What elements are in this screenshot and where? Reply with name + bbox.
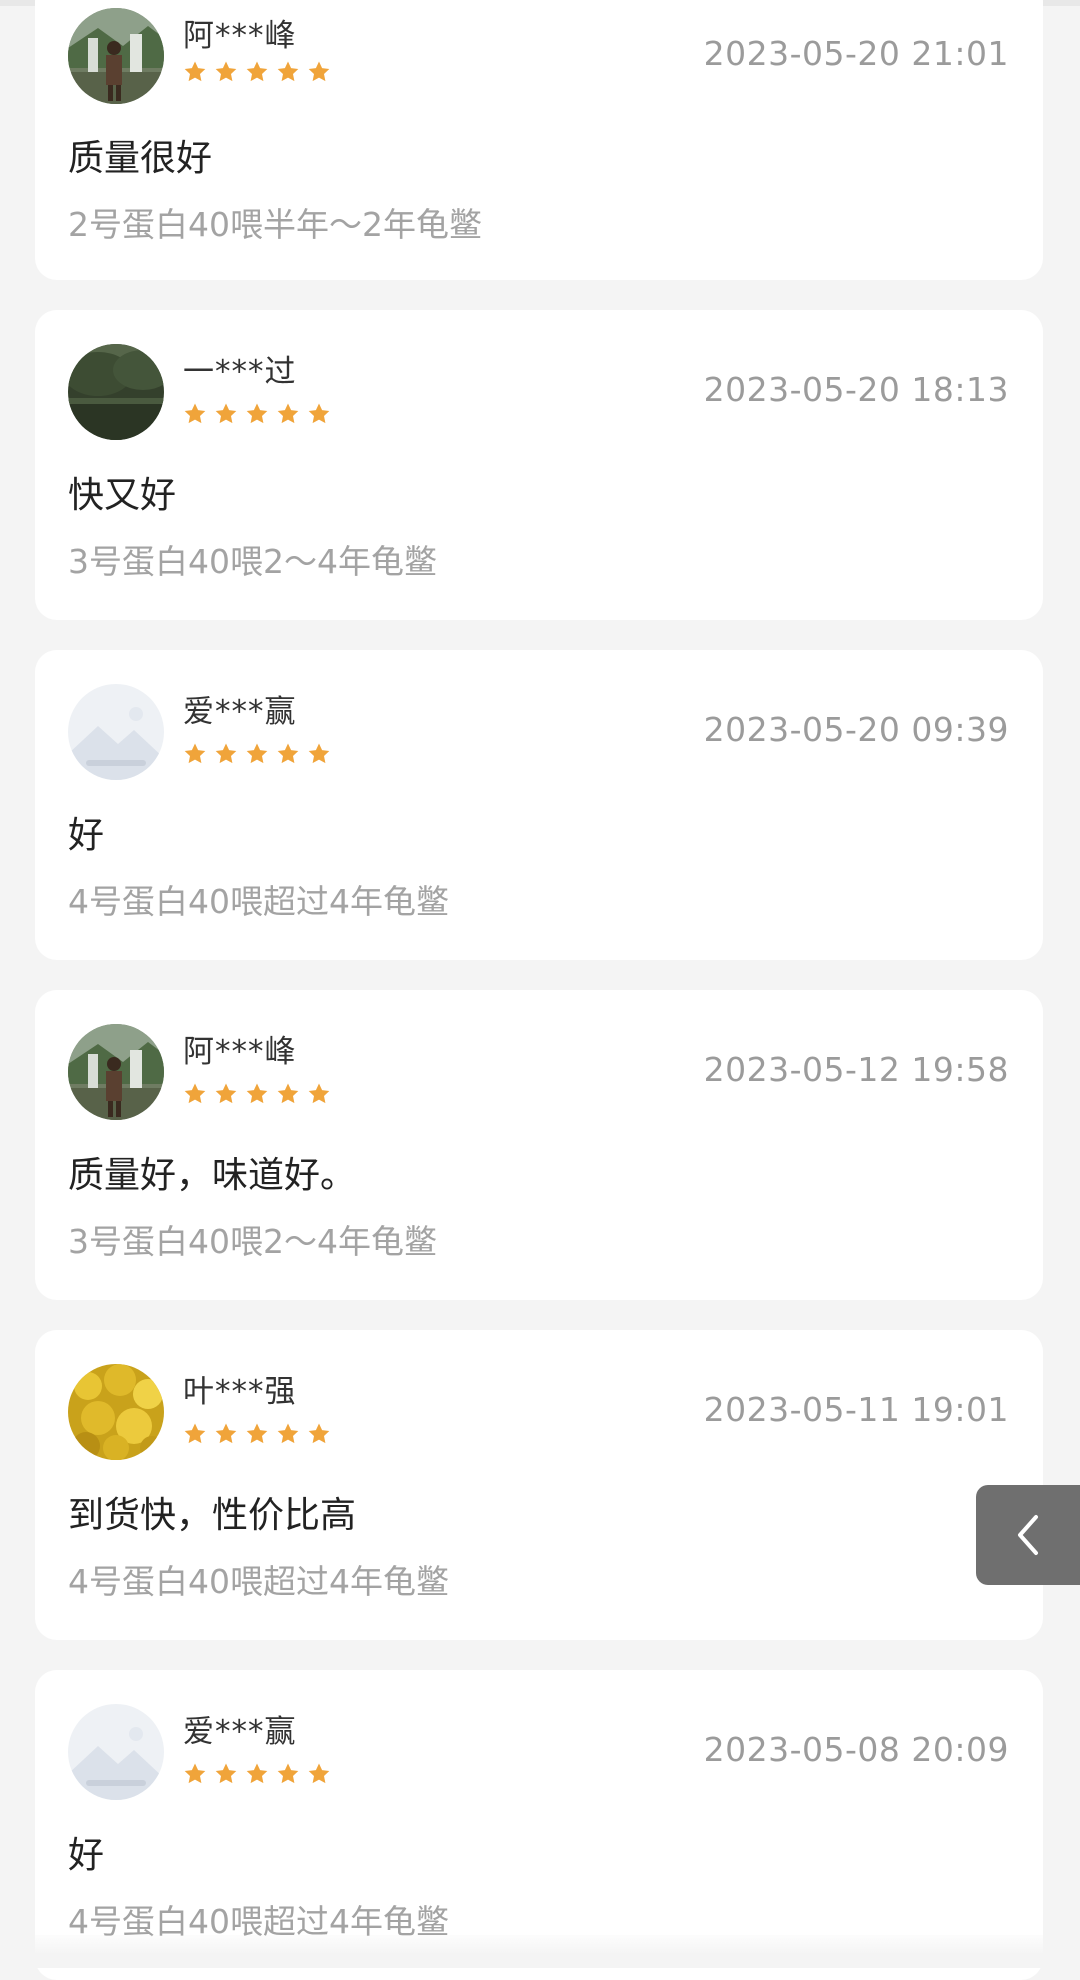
review-date: 2023-05-11 19:01 (703, 1390, 1009, 1429)
product-spec: 2号蛋白40喂半年～2年龟鳖 (68, 205, 482, 244)
review-card: 叶***强 2023-05-11 19:01 到货快，性价比高 4号蛋白40喂超… (35, 1330, 1043, 1640)
star-icon (276, 1422, 300, 1446)
star-icon (307, 1082, 331, 1106)
rating-stars (183, 1082, 331, 1106)
star-icon (276, 60, 300, 84)
star-icon (183, 742, 207, 766)
star-icon (183, 1082, 207, 1106)
review-comment: 好 (68, 1835, 105, 1876)
avatar[interactable] (68, 344, 164, 440)
product-spec: 3号蛋白40喂2～4年龟鳖 (68, 1222, 437, 1261)
review-date: 2023-05-08 20:09 (703, 1730, 1009, 1769)
reviewer-name: 一***过 (183, 354, 297, 390)
star-icon (214, 1082, 238, 1106)
star-icon (245, 1762, 269, 1786)
avatar[interactable] (68, 1024, 164, 1120)
reviewer-name: 阿***峰 (183, 1034, 297, 1070)
avatar[interactable] (68, 684, 164, 780)
star-icon (245, 60, 269, 84)
star-icon (183, 1762, 207, 1786)
star-icon (183, 402, 207, 426)
review-comment: 到货快，性价比高 (68, 1495, 357, 1536)
placeholder-avatar (68, 684, 164, 780)
avatar[interactable] (68, 1704, 164, 1800)
side-collapse-tab[interactable] (976, 1485, 1080, 1585)
rating-stars (183, 402, 331, 426)
rating-stars (183, 1422, 331, 1446)
review-date: 2023-05-20 21:01 (703, 34, 1009, 73)
star-icon (183, 60, 207, 84)
avatar[interactable] (68, 1364, 164, 1460)
review-date: 2023-05-20 09:39 (703, 710, 1009, 749)
review-card: 阿***峰 2023-05-12 19:58 质量好，味道好。 3号蛋白40喂2… (35, 990, 1043, 1300)
placeholder-avatar (68, 1704, 164, 1800)
star-icon (214, 60, 238, 84)
reviewer-name: 叶***强 (183, 1374, 297, 1410)
waterfall-photo-avatar (68, 1024, 164, 1120)
reviewer-name: 爱***赢 (183, 694, 297, 730)
product-spec: 4号蛋白40喂超过4年龟鳖 (68, 1562, 449, 1601)
bottom-fade (0, 1935, 1080, 1968)
star-icon (307, 1422, 331, 1446)
review-comment: 快又好 (68, 475, 177, 516)
star-icon (183, 1422, 207, 1446)
star-icon (214, 402, 238, 426)
chevron-left-icon (1018, 1515, 1038, 1555)
star-icon (276, 1082, 300, 1106)
reviewer-name: 爱***赢 (183, 1714, 297, 1750)
star-icon (307, 1762, 331, 1786)
review-comment: 质量很好 (68, 138, 213, 179)
waterfall-photo-avatar (68, 8, 164, 104)
review-card: 爱***赢 2023-05-08 20:09 好 4号蛋白40喂超过4年龟鳖 (35, 1670, 1043, 1980)
rating-stars (183, 742, 331, 766)
star-icon (245, 742, 269, 766)
yellow-flowers-avatar (68, 1364, 164, 1460)
rating-stars (183, 1762, 331, 1786)
review-comment: 好 (68, 815, 105, 856)
star-icon (307, 742, 331, 766)
star-icon (276, 742, 300, 766)
star-icon (214, 1422, 238, 1446)
avatar[interactable] (68, 8, 164, 104)
review-card: 一***过 2023-05-20 18:13 快又好 3号蛋白40喂2～4年龟鳖 (35, 310, 1043, 620)
star-icon (307, 60, 331, 84)
review-date: 2023-05-20 18:13 (703, 370, 1009, 409)
reviewer-name: 阿***峰 (183, 18, 297, 54)
review-card: 阿***峰 2023-05-20 21:01 质量很好 2号蛋白40喂半年～2年… (35, 0, 1043, 280)
star-icon (307, 402, 331, 426)
review-comment: 质量好，味道好。 (68, 1155, 357, 1196)
product-spec: 3号蛋白40喂2～4年龟鳖 (68, 542, 437, 581)
review-card: 爱***赢 2023-05-20 09:39 好 4号蛋白40喂超过4年龟鳖 (35, 650, 1043, 960)
star-icon (276, 1762, 300, 1786)
review-date: 2023-05-12 19:58 (703, 1050, 1009, 1089)
star-icon (245, 1082, 269, 1106)
landscape-photo-avatar (68, 344, 164, 440)
product-spec: 4号蛋白40喂超过4年龟鳖 (68, 882, 449, 921)
star-icon (214, 742, 238, 766)
star-icon (276, 402, 300, 426)
star-icon (245, 402, 269, 426)
star-icon (245, 1422, 269, 1446)
rating-stars (183, 60, 331, 84)
star-icon (214, 1762, 238, 1786)
